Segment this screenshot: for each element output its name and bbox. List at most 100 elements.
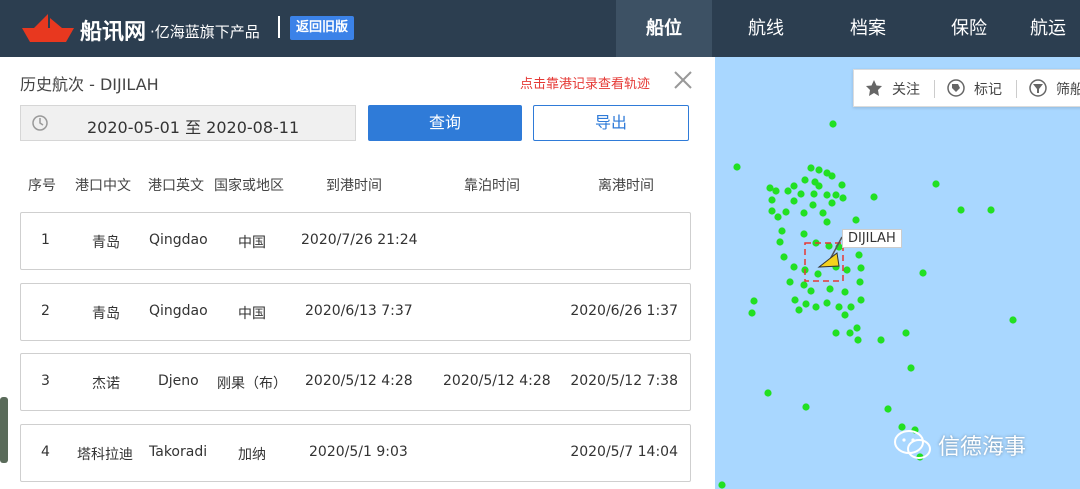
map-area[interactable]: 关注 标记 筛船 DIJILAH 信德海事 [715, 57, 1080, 489]
ship-dot[interactable] [790, 263, 798, 271]
ship-dot[interactable] [791, 296, 799, 304]
nav-tab-shipping[interactable]: 航运 [1030, 0, 1080, 57]
ship-dot[interactable] [797, 190, 805, 198]
row-arrival: 2020/5/1 9:03 [309, 444, 408, 460]
ship-dot[interactable] [786, 278, 794, 286]
ship-dot[interactable] [1009, 316, 1017, 324]
date-range-value: 2020-05-01 至 2020-08-11 [87, 118, 300, 137]
clock-icon [32, 115, 48, 131]
wechat-icon [894, 430, 931, 459]
ship-dot[interactable] [823, 299, 831, 307]
ship-dot[interactable] [857, 264, 865, 272]
ship-dot[interactable] [856, 278, 864, 286]
ship-dot[interactable] [800, 209, 808, 217]
row-country: 刚果（布） [217, 376, 287, 392]
ship-icon[interactable] [817, 252, 840, 268]
nav-tab-position[interactable]: 船位 [616, 0, 712, 57]
ship-dot[interactable] [841, 311, 849, 319]
ship-dot[interactable] [957, 206, 965, 214]
scrollbar-handle[interactable] [0, 397, 8, 463]
ship-dot[interactable] [809, 201, 817, 209]
watermark: 信德海事 [893, 425, 1073, 465]
ship-dot[interactable] [768, 196, 776, 204]
ship-dot[interactable] [800, 230, 808, 238]
ship-dot[interactable] [884, 405, 892, 413]
ship-dot[interactable] [987, 206, 995, 214]
ship-dot[interactable] [932, 180, 940, 188]
ship-dot[interactable] [832, 329, 840, 337]
panel-title: 历史航次 - DIJILAH [20, 75, 159, 94]
ship-dot[interactable] [815, 166, 823, 174]
ship-dot[interactable] [807, 287, 815, 295]
row-country: 加纳 [238, 447, 266, 463]
ship-dot[interactable] [847, 303, 855, 311]
row-departure: 2020/6/26 1:37 [570, 303, 678, 319]
ship-dot[interactable] [846, 329, 854, 337]
ship-dot[interactable] [733, 163, 741, 171]
ship-dot[interactable] [823, 218, 831, 226]
ship-dot[interactable] [802, 300, 810, 308]
ship-logo-icon[interactable] [18, 10, 78, 46]
table-row[interactable]: 4 塔科拉迪 Takoradi 加纳 2020/5/1 9:03 2020/5/… [20, 424, 691, 482]
ship-dot[interactable] [854, 336, 862, 344]
ship-dot[interactable] [810, 190, 818, 198]
ship-dot[interactable] [784, 187, 792, 195]
nav-tab-insurance[interactable]: 保险 [921, 0, 1017, 57]
ship-dot[interactable] [855, 251, 863, 259]
table-row[interactable]: 1 青岛 Qingdao 中国 2020/7/26 21:24 [20, 212, 691, 270]
ship-dot[interactable] [839, 194, 847, 202]
ship-dot[interactable] [835, 303, 843, 311]
table-row[interactable]: 2 青岛 Qingdao 中国 2020/6/13 7:37 2020/6/26… [20, 283, 691, 341]
table-row[interactable]: 3 杰诺 Djeno 刚果（布） 2020/5/12 4:28 2020/5/1… [20, 353, 691, 411]
ship-dot[interactable] [780, 253, 788, 261]
ship-dot[interactable] [768, 207, 776, 215]
ship-dot[interactable] [841, 288, 849, 296]
ship-dot[interactable] [795, 306, 803, 314]
ship-dot[interactable] [748, 309, 756, 317]
ship-dot[interactable] [802, 403, 810, 411]
ship-dot[interactable] [800, 281, 808, 289]
ship-dot[interactable] [832, 191, 840, 199]
close-icon[interactable] [672, 69, 694, 91]
ship-dot[interactable] [826, 285, 834, 293]
ship-dot[interactable] [790, 197, 798, 205]
nav-tab-route[interactable]: 航线 [718, 0, 814, 57]
ship-dot[interactable] [877, 336, 885, 344]
ship-dot[interactable] [776, 238, 784, 246]
ship-dot[interactable] [870, 193, 878, 201]
ship-dot[interactable] [853, 324, 861, 332]
ship-dot[interactable] [852, 216, 860, 224]
ship-dot[interactable] [823, 191, 831, 199]
nav-tab-archive[interactable]: 档案 [820, 0, 916, 57]
ship-dot[interactable] [814, 270, 822, 278]
brand-name[interactable]: 船讯网 [80, 14, 146, 46]
row-port-cn: 青岛 [92, 235, 120, 251]
ship-dot[interactable] [811, 178, 819, 186]
ship-dot[interactable] [718, 481, 726, 489]
ship-dot[interactable] [838, 181, 846, 189]
ship-dot[interactable] [919, 269, 927, 277]
ship-dot[interactable] [823, 169, 831, 177]
ship-label[interactable]: DIJILAH [842, 229, 902, 248]
ship-dot[interactable] [843, 266, 851, 274]
return-old-version-button[interactable]: 返回旧版 [290, 16, 355, 40]
ship-dot[interactable] [764, 389, 772, 397]
query-button[interactable]: 查询 [368, 105, 522, 141]
date-range-input[interactable]: 2020-05-01 至 2020-08-11 [20, 105, 356, 141]
ship-dot[interactable] [902, 329, 910, 337]
ship-dot[interactable] [907, 364, 915, 372]
ship-dot[interactable] [782, 208, 790, 216]
ship-dot[interactable] [807, 164, 815, 172]
ship-dot[interactable] [774, 213, 782, 221]
ship-dot[interactable] [812, 303, 820, 311]
ship-dot[interactable] [857, 296, 865, 304]
ship-dot[interactable] [766, 184, 774, 192]
ship-dot[interactable] [801, 176, 809, 184]
ship-dot[interactable] [790, 182, 798, 190]
ship-dot[interactable] [819, 209, 827, 217]
ship-dot[interactable] [750, 297, 758, 305]
ship-dot[interactable] [828, 199, 836, 207]
export-button[interactable]: 导出 [533, 105, 689, 141]
ship-dot[interactable] [778, 227, 786, 235]
ship-dot[interactable] [829, 120, 837, 128]
